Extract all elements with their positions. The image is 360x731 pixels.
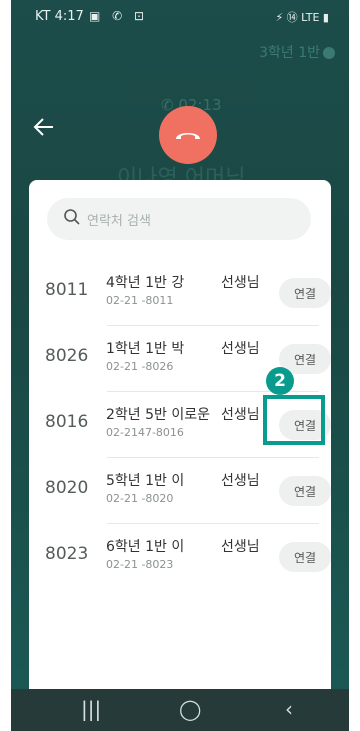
class-indicator-icon <box>323 47 335 59</box>
connect-button[interactable]: 연결 <box>279 476 331 506</box>
contact-phone: 02-21 -8023 <box>106 558 174 571</box>
back-button[interactable]: ‹ <box>285 697 293 721</box>
contact-row: 8023 6학년 1반 이 선생님 02-21 -8023 연결 <box>29 524 331 590</box>
class-label-text: 3학년 1반 <box>259 45 320 61</box>
contact-title: 선생님 <box>221 539 260 555</box>
connect-button[interactable]: 연결 <box>279 278 331 308</box>
contact-row: 8011 4학년 1반 강 선생님 02-21 -8011 연결 <box>29 260 331 326</box>
phone-screen: KT 4:17 ▣ ✆ ⊡ ⚡ ⑭ LTE ▮ 3학년 1반 ✆ 02:13 이… <box>11 0 349 731</box>
contact-name: 2학년 5반 이로운 <box>106 407 210 423</box>
contact-extension: 8016 <box>45 412 89 432</box>
contact-phone: 02-21 -8020 <box>106 492 174 505</box>
connect-button[interactable]: 연결 <box>279 542 331 572</box>
status-signal-icons: ⚡ ⑭ LTE ▮ <box>275 11 329 24</box>
contact-extension: 8020 <box>45 478 89 498</box>
home-button[interactable]: ◯ <box>179 697 201 721</box>
contact-title: 선생님 <box>221 407 260 423</box>
contact-name: 1학년 1반 박 <box>106 341 185 357</box>
status-carrier-time: KT 4:17 <box>35 9 84 24</box>
system-nav-bar: ||| ◯ ‹ <box>11 689 349 731</box>
contact-phone: 02-21 -8026 <box>106 360 174 373</box>
step-badge: 2 <box>266 367 294 395</box>
recent-apps-button[interactable]: ||| <box>81 697 101 721</box>
contact-extension: 8023 <box>45 544 89 564</box>
contact-name: 5학년 1반 이 <box>106 473 185 489</box>
status-bar: KT 4:17 ▣ ✆ ⊡ ⚡ ⑭ LTE ▮ <box>11 0 349 34</box>
highlight-box <box>263 395 325 445</box>
contact-phone: 02-21 -8011 <box>106 294 174 307</box>
search-input[interactable]: 연락처 검색 <box>47 198 311 240</box>
search-icon <box>64 209 80 225</box>
contact-title: 선생님 <box>221 473 260 489</box>
contact-extension: 8026 <box>45 346 89 366</box>
contact-title: 선생님 <box>221 341 260 357</box>
contact-extension: 8011 <box>45 280 89 300</box>
hang-up-button[interactable] <box>159 106 217 164</box>
back-arrow-icon[interactable] <box>31 114 57 140</box>
contact-row: 8020 5학년 1반 이 선생님 02-21 -8020 연결 <box>29 458 331 524</box>
contact-name: 6학년 1반 이 <box>106 539 185 555</box>
hang-up-icon <box>176 133 200 139</box>
contact-phone: 02-2147-8016 <box>106 426 184 439</box>
class-label: 3학년 1반 <box>259 42 335 62</box>
contact-title: 선생님 <box>221 275 260 291</box>
contact-name: 4학년 1반 강 <box>106 275 185 291</box>
status-notification-icons: ▣ ✆ ⊡ <box>89 9 149 23</box>
search-placeholder: 연락처 검색 <box>87 214 151 229</box>
